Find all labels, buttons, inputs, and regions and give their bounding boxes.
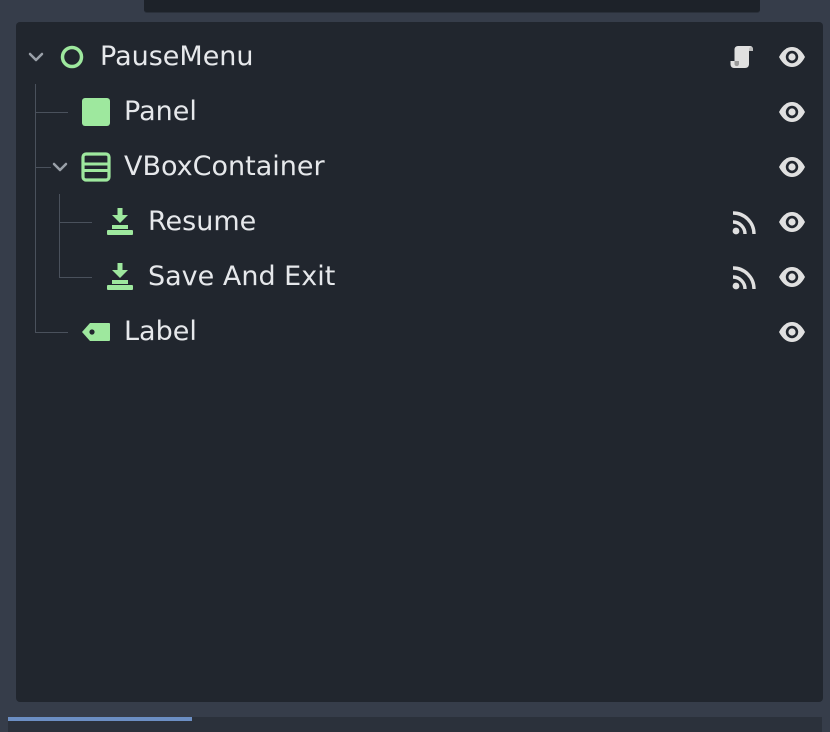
node-label-pausemenu: PauseMenu — [100, 41, 254, 72]
button-node-icon — [107, 263, 133, 290]
horizontal-scrollbar-thumb[interactable] — [8, 717, 192, 721]
node-label-panel: Panel — [124, 96, 197, 127]
collapse-arrow-icon[interactable] — [51, 158, 69, 176]
visibility-eye-icon[interactable] — [777, 152, 807, 182]
tree-item-pausemenu[interactable]: PauseMenu — [16, 30, 823, 85]
visibility-eye-icon[interactable] — [777, 97, 807, 127]
visibility-eye-icon[interactable] — [777, 42, 807, 72]
node-label-resume: Resume — [148, 206, 257, 237]
scene-dock: PauseMenu Panel VBoxContainer Resume Sav… — [0, 0, 830, 732]
visibility-eye-icon[interactable] — [777, 317, 807, 347]
vboxcontainer-node-icon — [81, 152, 111, 182]
node-label-label: Label — [124, 316, 197, 347]
visibility-eye-icon[interactable] — [777, 207, 807, 237]
label-node-icon — [82, 323, 110, 341]
signal-connection-icon[interactable] — [730, 264, 758, 292]
scene-tree: PauseMenu Panel VBoxContainer Resume Sav… — [16, 22, 823, 702]
collapse-arrow-icon[interactable] — [27, 48, 45, 66]
filter-bar[interactable] — [144, 0, 760, 13]
panel-node-icon — [82, 98, 110, 126]
tree-item-vboxcontainer[interactable]: VBoxContainer — [16, 140, 823, 195]
node-label-save-and-exit: Save And Exit — [148, 261, 336, 292]
button-node-icon — [107, 208, 133, 235]
tree-item-save-and-exit[interactable]: Save And Exit — [16, 250, 823, 305]
script-icon[interactable] — [728, 43, 756, 71]
signal-connection-icon[interactable] — [730, 209, 758, 237]
tree-item-resume[interactable]: Resume — [16, 195, 823, 250]
node-label-vboxcontainer: VBoxContainer — [124, 151, 325, 182]
control-node-icon — [60, 45, 84, 69]
tree-item-panel[interactable]: Panel — [16, 85, 823, 140]
visibility-eye-icon[interactable] — [777, 262, 807, 292]
tree-item-label[interactable]: Label — [16, 305, 823, 360]
